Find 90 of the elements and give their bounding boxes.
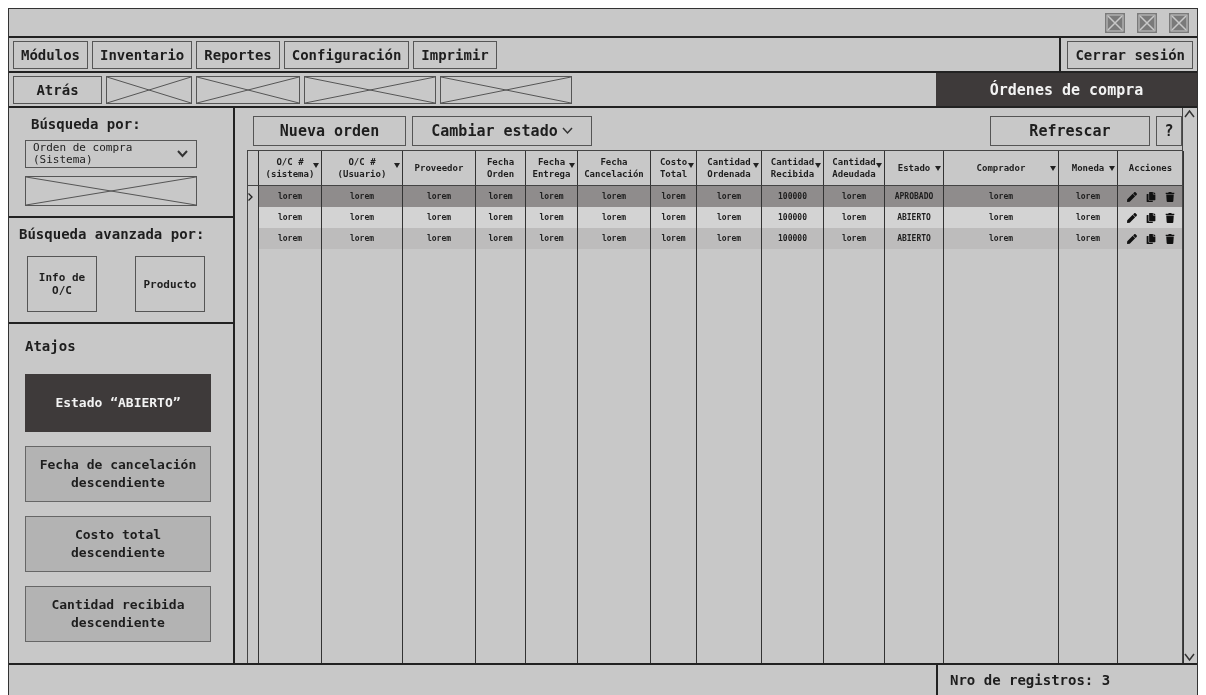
window-control-icon[interactable] — [1137, 12, 1157, 33]
table-cell: lorem — [476, 186, 526, 207]
table-cell: lorem — [651, 186, 697, 207]
table-cell: lorem — [824, 186, 885, 207]
table-cell: lorem — [944, 186, 1059, 207]
sort-icon[interactable] — [753, 163, 759, 168]
copy-icon[interactable] — [1145, 191, 1156, 202]
table-cell: lorem — [578, 228, 651, 249]
table-cell: lorem — [824, 207, 885, 228]
section-label: Búsqueda avanzada por: — [19, 226, 206, 242]
edit-icon[interactable] — [1126, 212, 1137, 223]
copy-icon[interactable] — [1145, 233, 1156, 244]
table-cell: 100000 — [762, 186, 824, 207]
table-cell: lorem — [526, 186, 578, 207]
search-option-button[interactable]: Producto — [135, 256, 205, 312]
chevron-icon — [561, 127, 573, 135]
search-option-button[interactable]: Info de O/C — [27, 256, 97, 312]
table-cell: lorem — [651, 228, 697, 249]
table-cell: lorem — [526, 228, 578, 249]
table-cell: lorem — [1059, 207, 1118, 228]
table-cell: lorem — [944, 207, 1059, 228]
menu-button[interactable]: Inventario — [92, 40, 193, 69]
sort-icon[interactable] — [1109, 166, 1115, 171]
shortcut-button[interactable]: Fecha de cancelación descendiente — [25, 446, 211, 502]
record-count: Nro de registros: 3 — [936, 665, 1197, 695]
table-cell: lorem — [259, 228, 322, 249]
sort-icon[interactable] — [394, 163, 400, 168]
sort-icon[interactable] — [1050, 166, 1056, 171]
table-cell: lorem — [578, 186, 651, 207]
table-cell: lorem — [259, 207, 322, 228]
scroll-down-icon[interactable] — [1183, 651, 1196, 663]
sort-icon[interactable] — [876, 163, 882, 168]
edit-icon[interactable] — [1126, 191, 1137, 202]
table-cell: lorem — [697, 207, 762, 228]
table-cell: lorem — [322, 228, 403, 249]
table-cell: lorem — [697, 228, 762, 249]
back-button[interactable]: Atrás — [13, 75, 102, 104]
table-cell: lorem — [1059, 228, 1118, 249]
table-cell: lorem — [403, 207, 476, 228]
scroll-up-icon[interactable] — [1183, 108, 1196, 120]
page-title: Órdenes de compra — [936, 73, 1197, 106]
help-button[interactable]: ? — [1156, 116, 1182, 146]
copy-icon[interactable] — [1145, 212, 1156, 223]
sort-icon[interactable] — [935, 166, 941, 171]
shortcut-button[interactable]: Costo total descendiente — [25, 516, 211, 572]
table-cell: lorem — [824, 228, 885, 249]
table-cell: lorem — [1059, 186, 1118, 207]
trash-icon[interactable] — [1164, 212, 1175, 223]
menu-button[interactable]: Módulos — [13, 40, 88, 69]
table-cell: ABIERTO — [885, 228, 944, 249]
table-cell: lorem — [322, 186, 403, 207]
edit-icon[interactable] — [1126, 233, 1137, 244]
sort-icon[interactable] — [815, 163, 821, 168]
menu-button[interactable]: Reportes — [196, 40, 280, 69]
table-cell: lorem — [944, 228, 1059, 249]
new-order-button[interactable]: Nueva orden — [253, 116, 406, 146]
table-cell: lorem — [476, 228, 526, 249]
table-cell: ABIERTO — [885, 207, 944, 228]
chevron-icon — [177, 150, 188, 158]
search-select[interactable]: Orden de compra (Sistema) — [25, 140, 197, 168]
logout-button[interactable]: Cerrar sesión — [1067, 40, 1193, 69]
shortcut-button[interactable]: Cantidad recibida descendiente — [25, 586, 211, 642]
section-label: Búsqueda por: — [31, 116, 142, 132]
sort-icon[interactable] — [569, 163, 575, 168]
table-cell: lorem — [697, 186, 762, 207]
table-cell: lorem — [476, 207, 526, 228]
sort-icon[interactable] — [688, 163, 694, 168]
row-pointer-icon — [248, 192, 253, 201]
table-cell: lorem — [578, 207, 651, 228]
trash-icon[interactable] — [1164, 233, 1175, 244]
table-cell: lorem — [526, 207, 578, 228]
change-state-dropdown[interactable]: Cambiar estado — [412, 116, 592, 146]
window-control-icon[interactable] — [1105, 12, 1125, 33]
row-selector-cell[interactable] — [248, 186, 259, 207]
refresh-button[interactable]: Refrescar — [990, 116, 1150, 146]
table-cell: lorem — [403, 186, 476, 207]
shortcut-button[interactable]: Estado “ABIERTO” — [25, 374, 211, 432]
menu-button[interactable]: Configuración — [283, 40, 410, 69]
table-cell: lorem — [403, 228, 476, 249]
table-cell: 100000 — [762, 207, 824, 228]
table-cell: lorem — [651, 207, 697, 228]
table-cell: lorem — [259, 186, 322, 207]
sort-icon[interactable] — [313, 163, 319, 168]
trash-icon[interactable] — [1164, 191, 1175, 202]
menu-button[interactable]: Imprimir — [413, 40, 497, 69]
table-cell: APROBADO — [885, 186, 944, 207]
table-cell: lorem — [322, 207, 403, 228]
table-cell: 100000 — [762, 228, 824, 249]
section-label: Atajos — [25, 338, 77, 354]
window-control-icon[interactable] — [1169, 12, 1189, 33]
